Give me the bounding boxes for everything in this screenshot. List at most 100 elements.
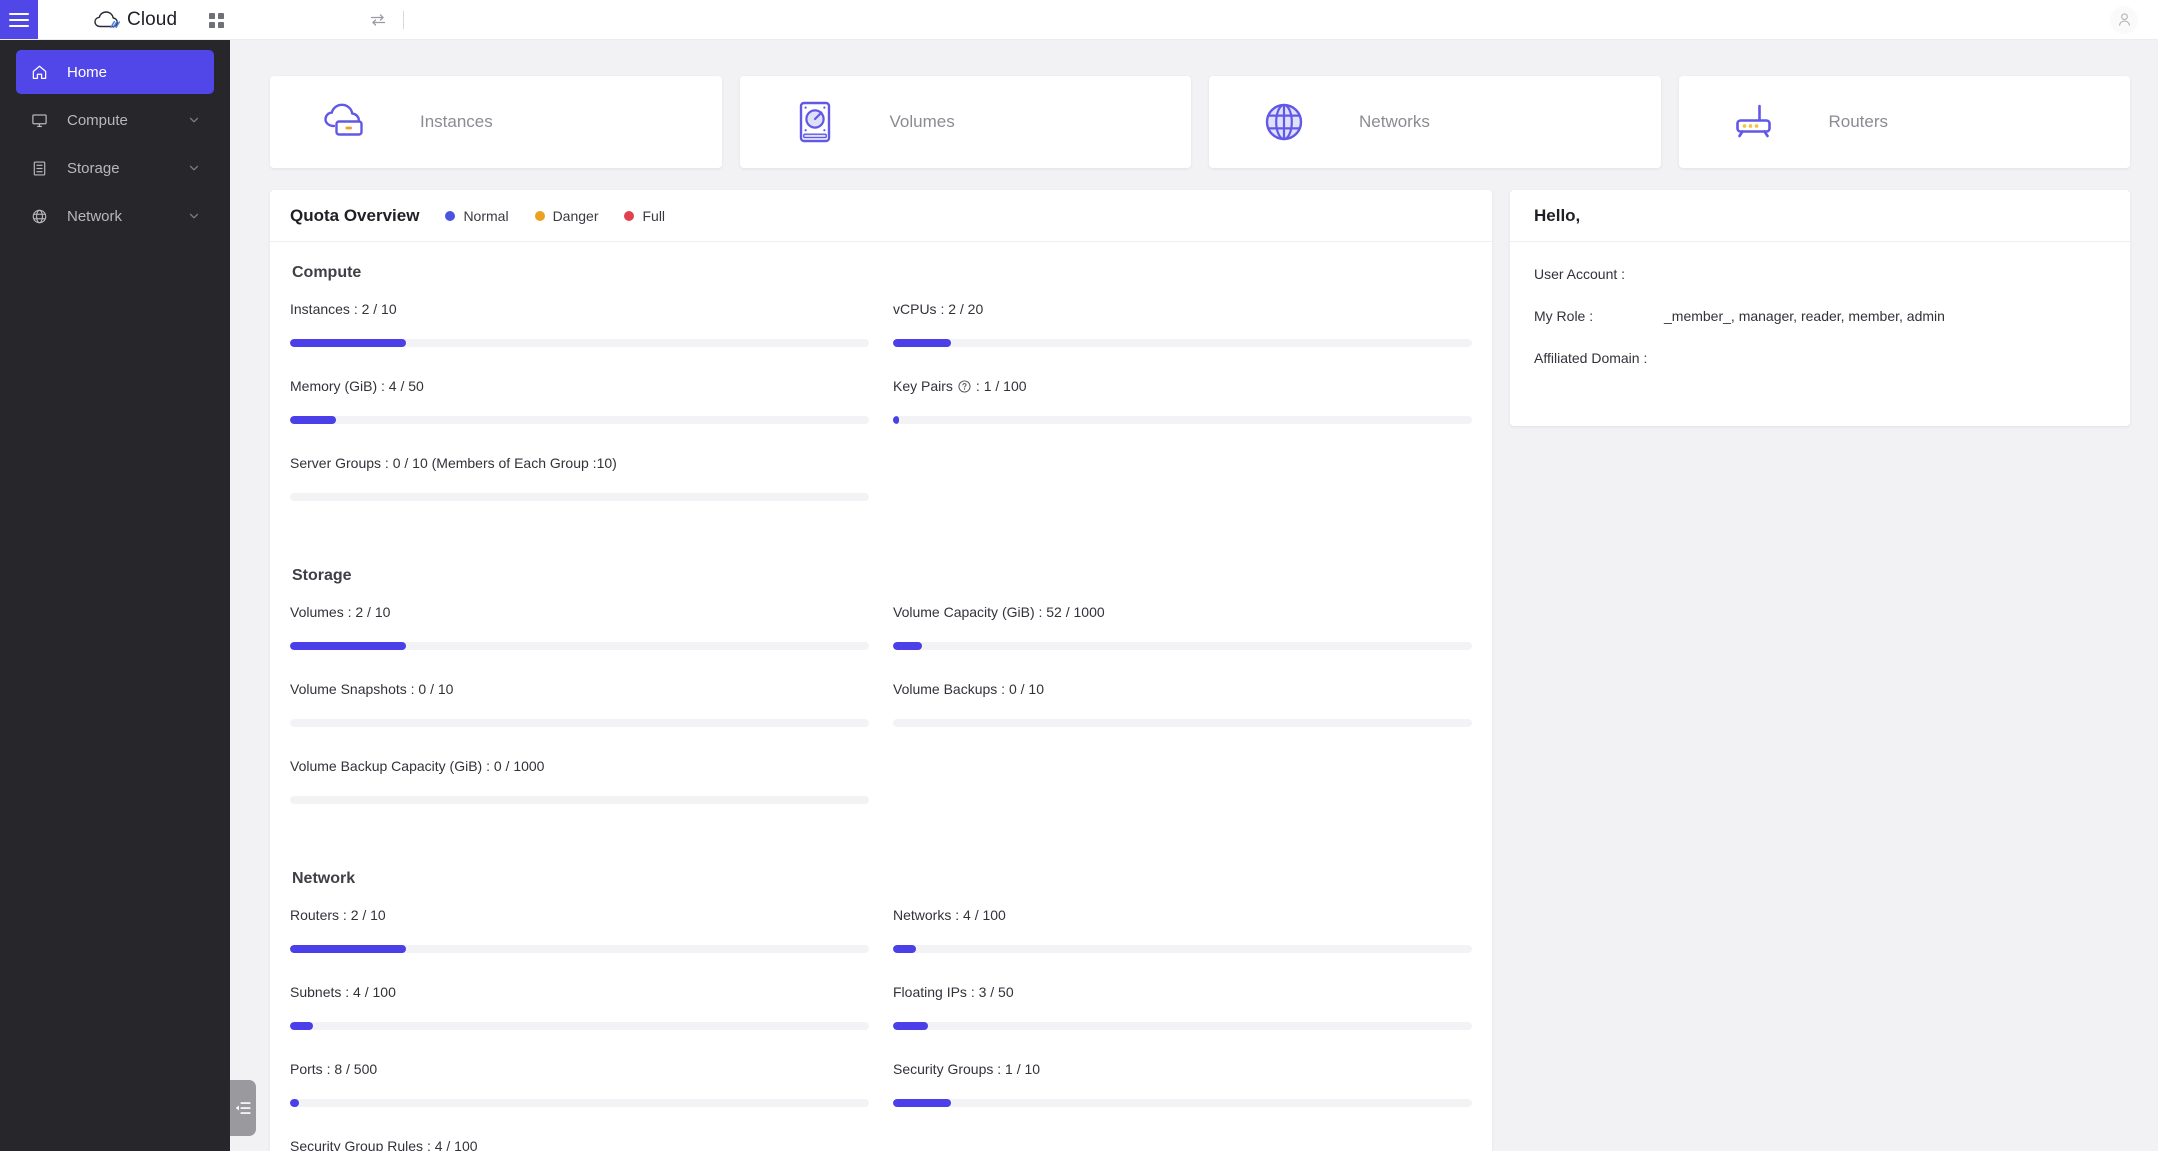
quick-card-routers[interactable]: Routers	[1678, 76, 2130, 168]
quota-progress-fill	[290, 945, 406, 953]
quota-item-label: Routers : 2 / 10	[290, 907, 386, 923]
chevron-down-icon	[189, 117, 199, 123]
quota-progress-fill	[290, 1099, 300, 1107]
quota-item	[893, 450, 1472, 527]
quota-progress-fill	[893, 642, 922, 650]
user-avatar-icon[interactable]	[2110, 5, 2138, 34]
hard-disk-icon	[740, 96, 890, 148]
sidebar-item-network[interactable]: Network	[16, 194, 214, 238]
quota-progress-track	[893, 1022, 1472, 1030]
quota-progress-track	[290, 1022, 869, 1030]
quota-progress-fill	[893, 1022, 928, 1030]
quota-progress-track	[893, 642, 1472, 650]
sidebar: Home Compute Storage Network	[0, 40, 256, 1151]
affiliated-domain-row: Affiliated Domain :	[1534, 350, 2106, 366]
quick-card-label: Instances	[420, 112, 493, 131]
quota-progress-track	[290, 339, 869, 347]
home-icon	[30, 64, 49, 81]
quota-progress-track	[290, 1099, 869, 1107]
quota-progress-fill	[290, 642, 406, 650]
sidebar-item-storage[interactable]: Storage	[16, 146, 214, 190]
user-account-label: User Account :	[1534, 266, 1626, 282]
quota-item: Volumes : 2 / 10	[290, 599, 869, 676]
quota-item-name: Key Pairs	[893, 378, 953, 394]
legend-label: Normal	[463, 207, 509, 224]
main-content: Instances Volumes Networks Routers Quota…	[230, 40, 2158, 1151]
hamburger-bar	[9, 12, 29, 15]
quick-card-volumes[interactable]: Volumes	[739, 76, 1191, 168]
quota-progress-fill	[893, 945, 917, 953]
quota-section-grid: Volumes : 2 / 10 Volume Capacity (GiB) : …	[290, 599, 1472, 830]
quota-item: Ports : 8 / 500	[290, 1056, 869, 1133]
quota-item-value: : 1 / 100	[975, 378, 1027, 394]
chevron-down-icon	[189, 213, 199, 219]
quick-card-instances[interactable]: Instances	[270, 76, 722, 168]
quota-section-grid: Routers : 2 / 10 Networks : 4 / 100 Subnet…	[290, 902, 1472, 1151]
quota-item: Subnets : 4 / 100	[290, 979, 869, 1056]
sidebar-item-label: Storage	[67, 159, 120, 177]
quota-item-label: Security Groups : 1 / 10	[893, 1061, 1041, 1077]
sidebar-item-home[interactable]: Home	[16, 50, 214, 94]
quota-progress-track	[290, 493, 869, 501]
brand[interactable]: Cloud	[38, 0, 195, 39]
legend-dot	[534, 210, 545, 221]
hamburger-bar	[9, 24, 29, 27]
quota-item: Instances : 2 / 10	[290, 296, 869, 373]
legend-label: Full	[642, 207, 666, 224]
sidebar-item-label: Compute	[67, 111, 128, 129]
sidebar-item-compute[interactable]: Compute	[16, 98, 214, 142]
quota-progress-track	[893, 416, 1472, 424]
user-info-card: Hello, User Account : My Role : _member_…	[1510, 190, 2130, 426]
switch-project-icon[interactable]	[357, 0, 399, 40]
quota-item: Security Groups : 1 / 10	[893, 1056, 1472, 1133]
quota-item-label: Volume Capacity (GiB) : 52 / 1000	[893, 604, 1105, 620]
my-role-value: _member_, manager, reader, member, admin	[1664, 308, 1945, 324]
quota-section-title: Compute	[292, 264, 362, 281]
help-circle-icon[interactable]	[958, 379, 971, 393]
brand-name: Cloud	[127, 8, 178, 30]
grid-apps-glyph	[208, 12, 224, 28]
body: Home Compute Storage Network Instances V…	[0, 40, 2158, 1151]
quota-header: Quota Overview Normal Danger Full	[270, 190, 1492, 242]
quota-item: Key Pairs : 1 / 100	[893, 373, 1472, 450]
quota-progress-fill	[290, 416, 337, 424]
quota-item-label: Volumes : 2 / 10	[290, 604, 391, 620]
quota-item-label: Volume Backups : 0 / 10	[893, 681, 1044, 697]
quota-item-label: Volume Backup Capacity (GiB) : 0 / 1000	[290, 758, 545, 774]
monitor-icon	[30, 112, 49, 129]
hamburger-icon[interactable]	[0, 0, 38, 39]
quota-item-label: Volume Snapshots : 0 / 10	[290, 681, 454, 697]
grid-apps-icon[interactable]	[195, 0, 237, 40]
sidebar-item-label: Network	[67, 207, 123, 225]
quota-item: vCPUs : 2 / 20	[893, 296, 1472, 373]
my-role-label: My Role :	[1534, 308, 1594, 324]
quick-card-networks[interactable]: Networks	[1209, 76, 1661, 168]
quota-item: Volume Capacity (GiB) : 52 / 1000	[893, 599, 1472, 676]
quota-section-title: Network	[292, 870, 356, 887]
quota-item-label: Security Group Rules : 4 / 100	[290, 1138, 478, 1151]
quota-item	[893, 1133, 1472, 1151]
legend-dot	[445, 210, 456, 221]
quick-card-label: Volumes	[889, 112, 955, 131]
quota-progress-fill	[893, 339, 951, 347]
cloud-logo-icon	[94, 10, 120, 28]
top-bar: Cloud	[0, 0, 2158, 40]
quota-item: Networks : 4 / 100	[893, 902, 1472, 979]
quota-progress-track	[290, 416, 869, 424]
quota-progress-track	[893, 339, 1472, 347]
quota-progress-fill	[893, 416, 899, 424]
toolbar-divider	[403, 10, 405, 29]
quota-progress-fill	[290, 1022, 314, 1030]
chevron-down-icon	[189, 165, 199, 171]
legend-item-normal: Normal	[445, 207, 509, 224]
quota-legend: Normal Danger Full	[445, 208, 665, 224]
quota-item: Routers : 2 / 10	[290, 902, 869, 979]
my-role-row: My Role : _member_, manager, reader, mem…	[1534, 308, 2106, 324]
quota-progress-track	[893, 945, 1472, 953]
quota-item-label: Memory (GiB) : 4 / 50	[290, 378, 424, 394]
sidebar-collapse-handle[interactable]	[230, 1080, 256, 1136]
user-account-row: User Account :	[1534, 266, 2106, 282]
legend-item-full: Full	[624, 208, 665, 224]
quota-progress-track	[290, 945, 869, 953]
